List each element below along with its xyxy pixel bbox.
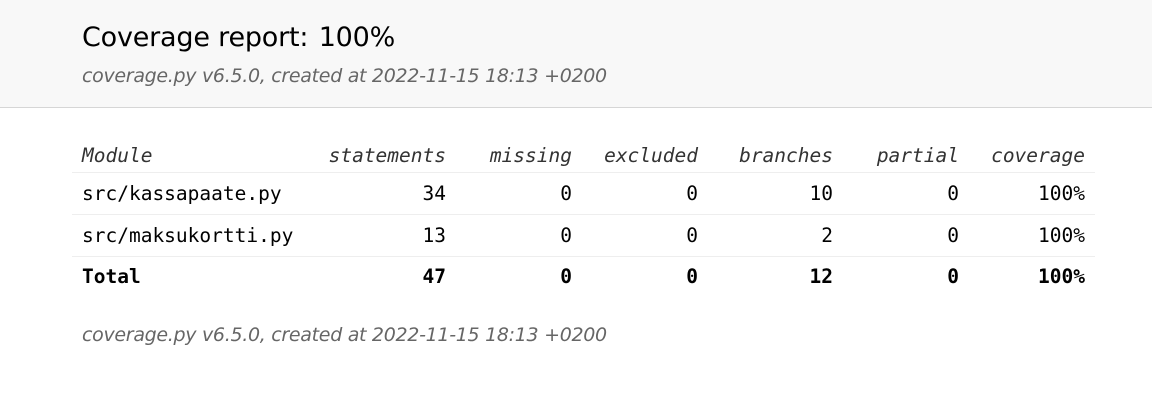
statements-cell: 13	[310, 214, 456, 257]
excluded-cell: 0	[582, 172, 708, 215]
total-label: Total	[82, 265, 141, 288]
total-excluded: 0	[686, 265, 698, 288]
footer-meta: coverage.py v6.5.0, created at 2022-11-1…	[82, 324, 1152, 346]
page-title: Coverage report: 100%	[82, 20, 1152, 56]
partial-cell: 0	[843, 214, 969, 257]
report-main: Module statements missing excluded branc…	[0, 108, 1152, 296]
column-header-coverage[interactable]: coverage	[969, 138, 1095, 173]
coverage-cell: 100%	[969, 214, 1095, 257]
total-branches: 12	[809, 265, 833, 288]
total-missing: 0	[560, 265, 572, 288]
table-total-row: Total 47 0 0 12 0 100%	[72, 257, 1095, 297]
module-link[interactable]: src/maksukortti.py	[72, 214, 310, 257]
module-link[interactable]: src/kassapaate.py	[72, 172, 310, 215]
missing-cell: 0	[456, 172, 582, 215]
generator-info-footer: coverage.py v6.5.0, created at 2022-11-1…	[82, 324, 607, 346]
branches-cell: 10	[708, 172, 843, 215]
branches-cell: 2	[708, 214, 843, 257]
header-meta: coverage.py v6.5.0, created at 2022-11-1…	[82, 65, 1152, 87]
column-header-statements[interactable]: statements	[310, 138, 456, 173]
table-row: src/maksukortti.py 13 0 0 2 0 100%	[72, 214, 1095, 257]
missing-cell: 0	[456, 214, 582, 257]
report-header: Coverage report: 100% coverage.py v6.5.0…	[0, 0, 1152, 108]
table-header-row: Module statements missing excluded branc…	[72, 138, 1095, 173]
coverage-percent: 100%	[318, 22, 396, 53]
column-header-partial[interactable]: partial	[843, 138, 969, 173]
column-header-module[interactable]: Module	[72, 138, 310, 173]
title-prefix: Coverage report:	[82, 22, 309, 53]
report-footer: coverage.py v6.5.0, created at 2022-11-1…	[0, 324, 1152, 346]
total-partial: 0	[947, 265, 959, 288]
coverage-cell: 100%	[969, 172, 1095, 215]
table-row: src/kassapaate.py 34 0 0 10 0 100%	[72, 172, 1095, 215]
total-coverage: 100%	[1038, 265, 1085, 288]
statements-cell: 34	[310, 172, 456, 215]
generator-info: coverage.py v6.5.0, created at 2022-11-1…	[82, 65, 607, 87]
coverage-table: Module statements missing excluded branc…	[72, 138, 1095, 296]
column-header-branches[interactable]: branches	[708, 138, 843, 173]
total-statements: 47	[422, 265, 446, 288]
column-header-missing[interactable]: missing	[456, 138, 582, 173]
column-header-excluded[interactable]: excluded	[582, 138, 708, 173]
partial-cell: 0	[843, 172, 969, 215]
excluded-cell: 0	[582, 214, 708, 257]
